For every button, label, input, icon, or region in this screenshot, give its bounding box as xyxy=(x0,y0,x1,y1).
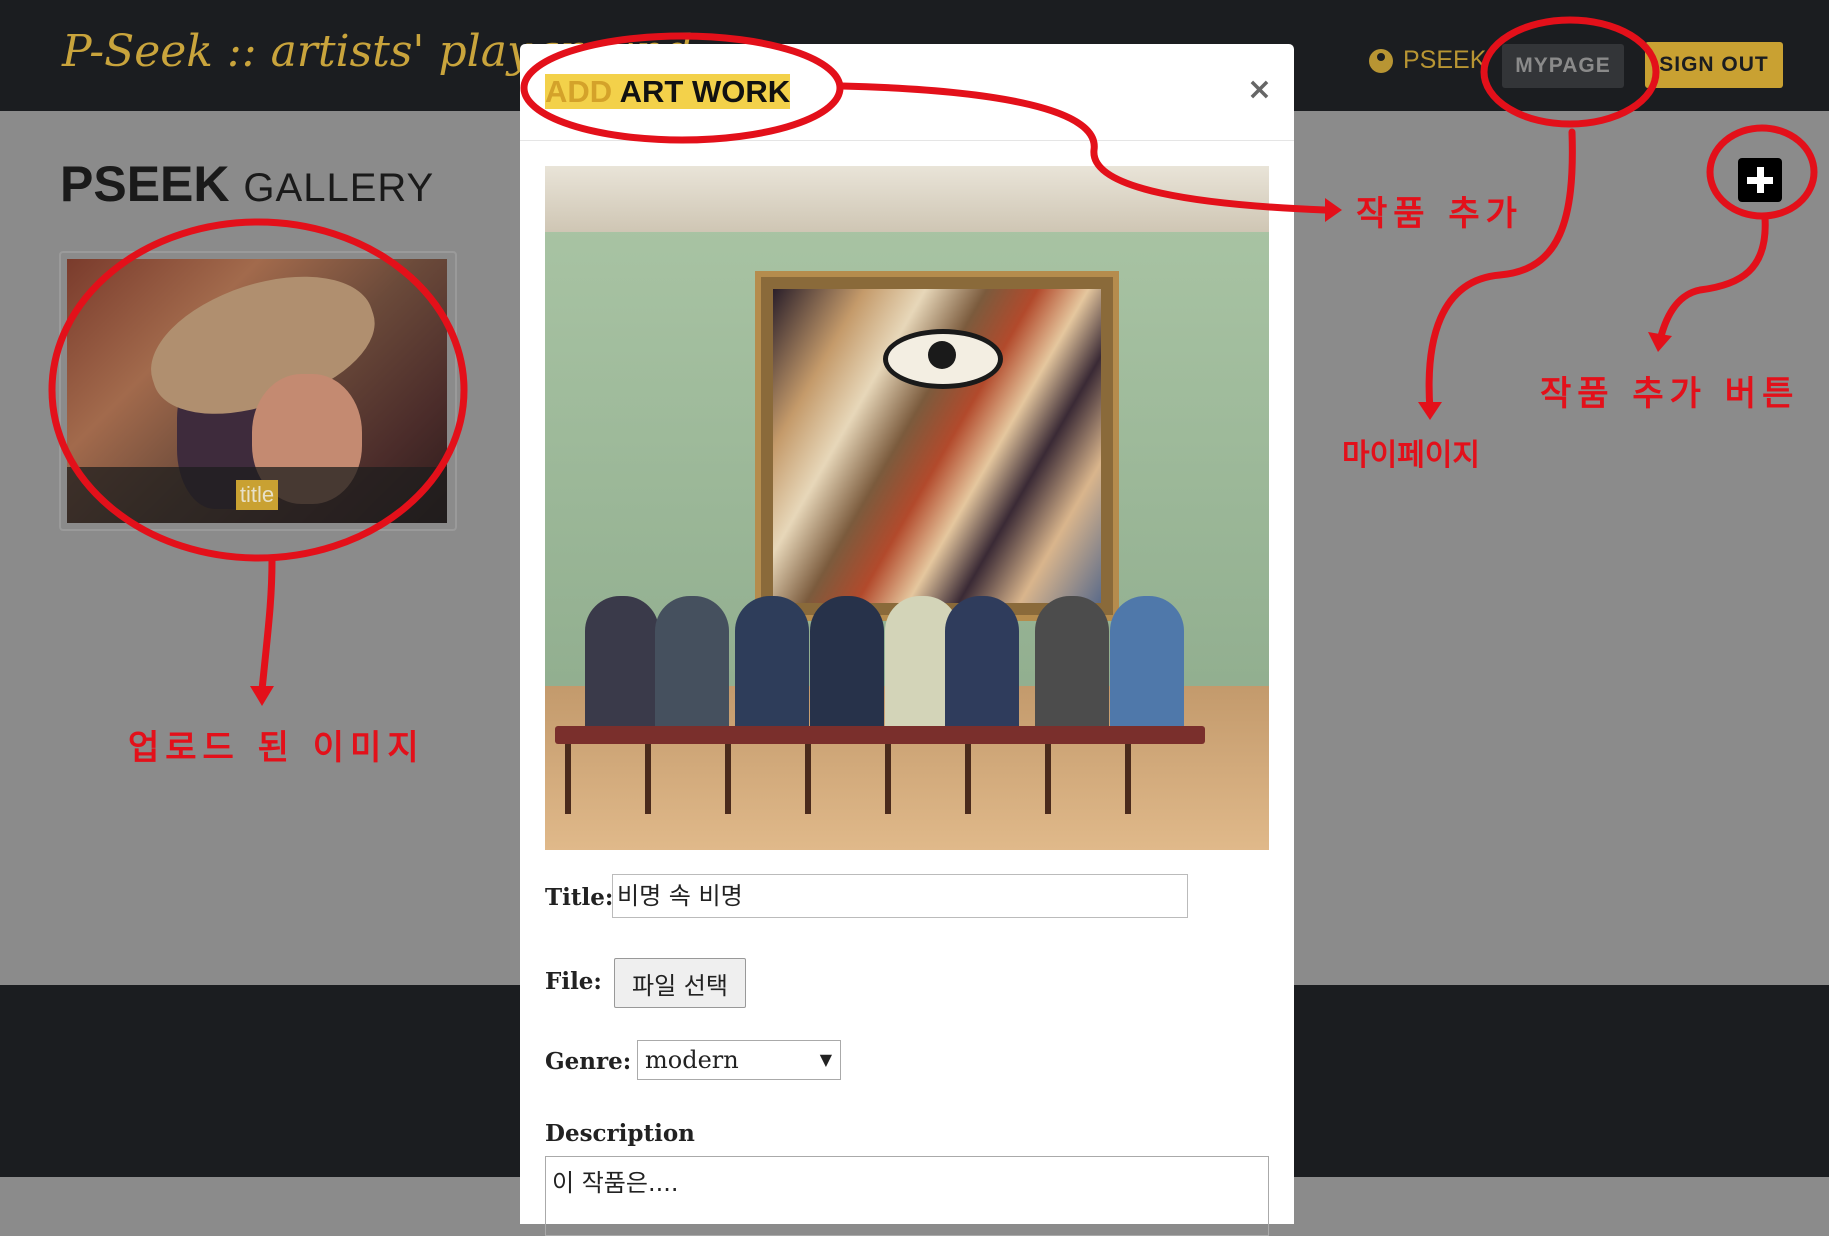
preview-painting-frame xyxy=(755,271,1119,621)
preview-bench-legs xyxy=(565,744,1195,814)
description-label: Description xyxy=(545,1120,695,1147)
genre-select[interactable]: modern ▼ xyxy=(637,1040,841,1080)
artwork-card[interactable]: title xyxy=(59,251,457,531)
preview-person xyxy=(735,596,809,736)
user-name: PSEEK xyxy=(1403,46,1487,74)
genre-label: Genre: xyxy=(545,1048,632,1075)
modal-title-highlight: ADD xyxy=(545,74,613,109)
add-artwork-modal: ADD ART WORK × Title: 비명 속 비명 File: 파일 선… xyxy=(520,44,1294,1236)
annotation-arrowhead xyxy=(250,686,274,706)
modal-header: ADD ART WORK × xyxy=(520,44,1294,141)
annotation-arrow-add-button xyxy=(1656,214,1769,344)
add-artwork-button[interactable] xyxy=(1738,158,1782,202)
sign-out-button[interactable]: SIGN OUT xyxy=(1645,42,1783,88)
preview-person xyxy=(945,596,1019,736)
preview-person xyxy=(1110,596,1184,736)
user-menu[interactable]: PSEEK xyxy=(1369,46,1486,75)
title-input[interactable]: 비명 속 비명 xyxy=(612,874,1188,918)
artwork-caption: title xyxy=(235,480,279,510)
gallery-owner: PSEEK xyxy=(60,156,230,212)
preview-ceiling xyxy=(545,166,1269,232)
annotation-add-artwork: 작품 추가 xyxy=(1356,194,1523,234)
file-label: File: xyxy=(545,968,602,995)
preview-person xyxy=(655,596,729,736)
preview-bench xyxy=(555,726,1205,744)
preview-eye xyxy=(883,329,1003,389)
annotation-arrow-thumbnail xyxy=(258,556,276,694)
title-label: Title: xyxy=(545,884,614,911)
artwork-caption-bar: title xyxy=(67,467,447,523)
preview-person xyxy=(1035,596,1109,736)
mypage-button[interactable]: MYPAGE xyxy=(1502,44,1624,88)
annotation-add-button: 작품 추가 버튼 xyxy=(1540,374,1800,414)
artwork-thumbnail[interactable]: title xyxy=(67,259,447,523)
close-icon[interactable]: × xyxy=(1247,72,1272,107)
annotation-arrowhead xyxy=(1325,198,1342,222)
description-textarea[interactable]: 이 작품은.... xyxy=(545,1156,1269,1236)
preview-painting xyxy=(773,289,1101,603)
preview-pupil xyxy=(928,341,956,369)
genre-selected-value: modern xyxy=(645,1046,739,1074)
modal-title-rest: ART WORK xyxy=(612,74,791,109)
chevron-down-icon: ▼ xyxy=(819,1050,832,1069)
user-icon xyxy=(1369,48,1393,73)
annotation-uploaded-image: 업로드 된 이미지 xyxy=(128,728,425,768)
preview-person xyxy=(810,596,884,736)
preview-person xyxy=(585,596,659,736)
file-select-button[interactable]: 파일 선택 xyxy=(614,958,746,1008)
artwork-preview-image xyxy=(545,166,1269,850)
gallery-label: GALLERY xyxy=(243,166,435,210)
modal-title: ADD ART WORK xyxy=(545,74,791,110)
annotation-arrowhead xyxy=(1648,332,1672,352)
gallery-heading: PSEEK GALLERY xyxy=(60,155,434,213)
annotation-arrowhead xyxy=(1418,402,1442,420)
annotation-mypage: 마이페이지 xyxy=(1342,438,1480,473)
